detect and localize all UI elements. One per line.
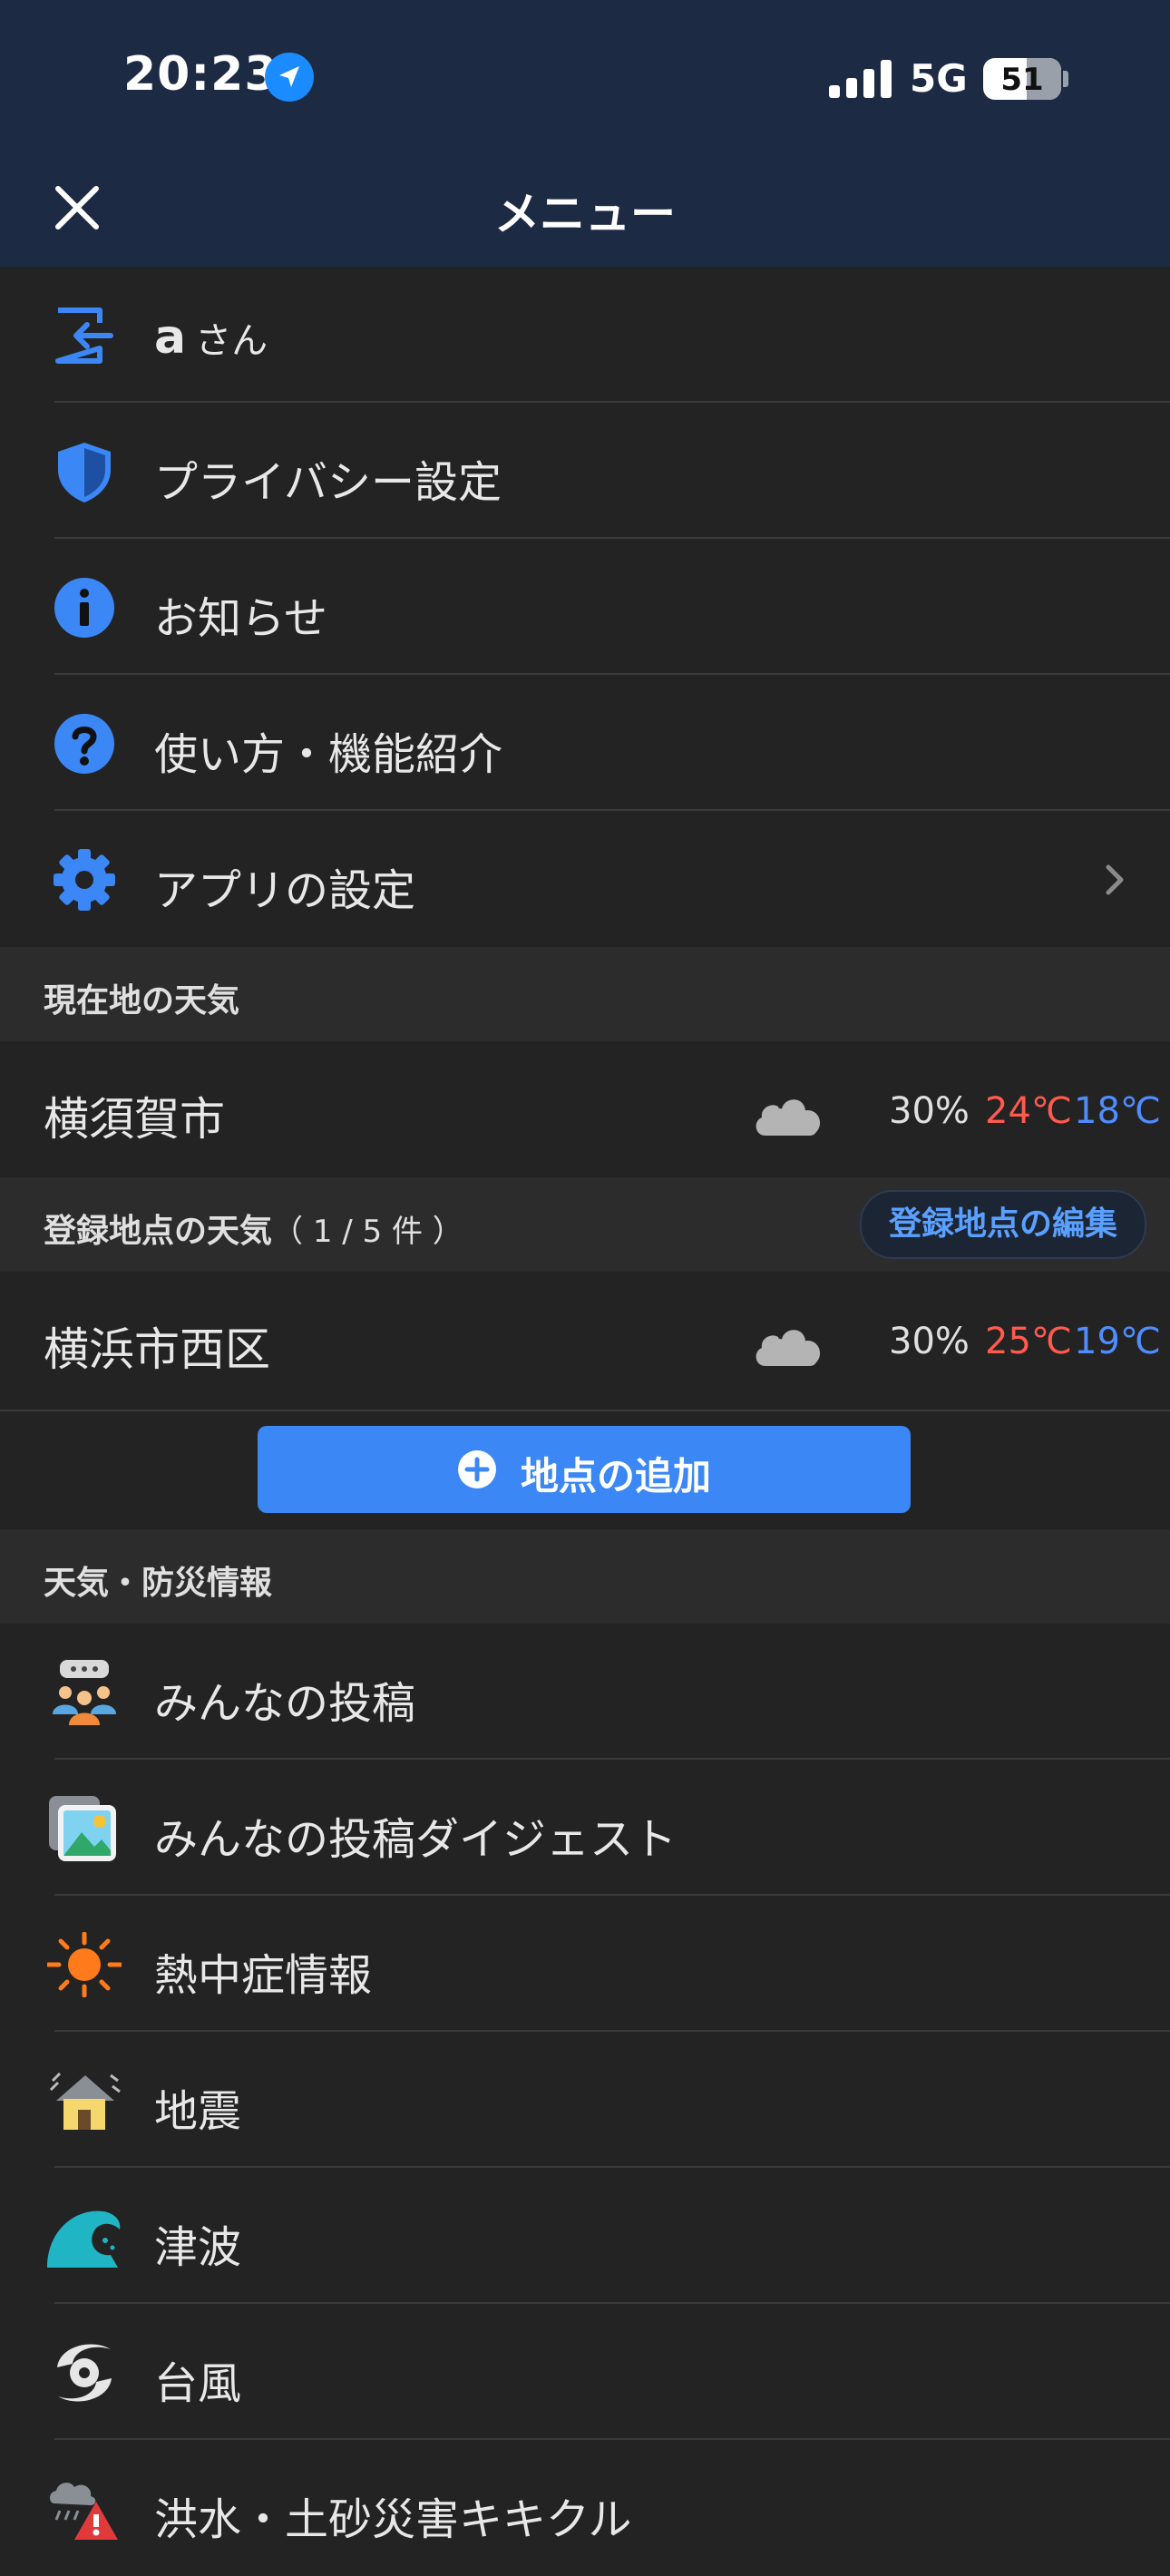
low-temp: 19℃ (1074, 1321, 1161, 1362)
typhoon-icon (47, 2340, 122, 2405)
status-bar: 20:23 5G 51 (0, 0, 1170, 154)
tsunami-wave-icon (47, 2204, 122, 2269)
flood-warning-icon (47, 2476, 122, 2542)
menu-item-howto[interactable]: 使い方・機能紹介 (0, 675, 1170, 811)
battery-level: 51 (1000, 62, 1044, 98)
section-title: 登録地点の天気 (44, 1213, 273, 1250)
account-name: a (154, 310, 187, 365)
add-location-area: 地点の追加 (0, 1410, 1170, 1531)
menu-item-tsunami[interactable]: 津波 (0, 2168, 1170, 2304)
menu-item-flood[interactable]: 洪水・土砂災害キキクル (0, 2440, 1170, 2576)
menu-item-label: みんなの投稿ダイジェスト (154, 1814, 678, 1865)
menu-item-posts-digest[interactable]: みんなの投稿ダイジェスト (0, 1760, 1170, 1896)
cloud-icon (749, 1312, 827, 1371)
earthquake-house-icon (47, 2068, 122, 2133)
edit-locations-button[interactable]: 登録地点の編集 (860, 1190, 1146, 1259)
high-temp: 25℃ (985, 1321, 1072, 1362)
section-title: 現在地の天気 (44, 982, 240, 1020)
login-icon (47, 303, 122, 368)
location-arrow-icon (265, 53, 314, 102)
precip-chance: 30% (889, 1090, 970, 1132)
page-title: メニュー (494, 188, 676, 240)
menu-item-label: 津波 (154, 2222, 242, 2273)
gear-icon (47, 847, 122, 912)
current-weather-header: 現在地の天気 (0, 947, 1170, 1041)
menu-item-label: 洪水・土砂災害キキクル (154, 2494, 632, 2545)
menu-item-heatstroke[interactable]: 熱中症情報 (0, 1896, 1170, 2032)
chevron-right-icon (1097, 858, 1134, 902)
signal-icon (829, 60, 892, 98)
menu-item-label: 台風 (154, 2358, 242, 2409)
current-weather-row[interactable]: 横須賀市 30% 24℃ 18℃ (0, 1041, 1170, 1177)
menu-item-label: お知らせ (154, 593, 328, 644)
add-location-label: 地点の追加 (521, 1454, 712, 1498)
status-time: 20:23 (123, 47, 278, 102)
menu-item-privacy[interactable]: プライバシー設定 (0, 403, 1170, 539)
registered-weather-header: 登録地点の天気（ 1 / 5 件 ） 登録地点の編集 (0, 1177, 1170, 1272)
shield-icon (47, 439, 122, 504)
account-suffix: さん (195, 320, 268, 362)
precip-chance: 30% (889, 1321, 970, 1362)
cloud-icon (749, 1081, 827, 1141)
menu-item-label: 使い方・機能紹介 (154, 729, 503, 780)
network-type: 5G (910, 56, 968, 101)
menu-item-app-settings[interactable]: アプリの設定 (0, 811, 1170, 947)
menu-item-typhoon[interactable]: 台風 (0, 2304, 1170, 2440)
registered-weather-row[interactable]: 横浜市西区 30% 25℃ 19℃ (0, 1272, 1170, 1408)
photo-digest-icon (47, 1796, 122, 1861)
sun-icon (45, 1931, 123, 1998)
city-name: 横須賀市 (44, 1093, 225, 1146)
community-posts-icon (47, 1660, 122, 1725)
menu-item-label: 熱中症情報 (154, 1950, 373, 2001)
menu-item-label: プライバシー設定 (154, 457, 502, 508)
disaster-info-header: 天気・防災情報 (0, 1529, 1170, 1624)
menu-item-news[interactable]: お知らせ (0, 539, 1170, 675)
menu-item-label: アプリの設定 (154, 865, 416, 916)
battery-icon: 51 (983, 58, 1061, 100)
add-location-button[interactable]: 地点の追加 (258, 1426, 911, 1513)
menu-item-earthquake[interactable]: 地震 (0, 2032, 1170, 2168)
registered-count: （ 1 / 5 件 ） (272, 1214, 463, 1250)
menu-item-label: みんなの投稿 (154, 1678, 416, 1729)
help-icon (47, 711, 122, 776)
info-icon (47, 575, 122, 640)
high-temp: 24℃ (985, 1090, 1072, 1132)
city-name: 横浜市西区 (44, 1323, 270, 1376)
plus-circle-icon (457, 1449, 497, 1489)
nav-bar: メニュー (0, 154, 1170, 268)
edit-locations-label: 登録地点の編集 (888, 1205, 1117, 1243)
menu-item-posts[interactable]: みんなの投稿 (0, 1624, 1170, 1760)
menu-item-label: 地震 (154, 2086, 242, 2137)
section-title: 天気・防災情報 (44, 1565, 273, 1602)
low-temp: 18℃ (1074, 1090, 1161, 1132)
account-row[interactable]: a さん (0, 267, 1170, 403)
